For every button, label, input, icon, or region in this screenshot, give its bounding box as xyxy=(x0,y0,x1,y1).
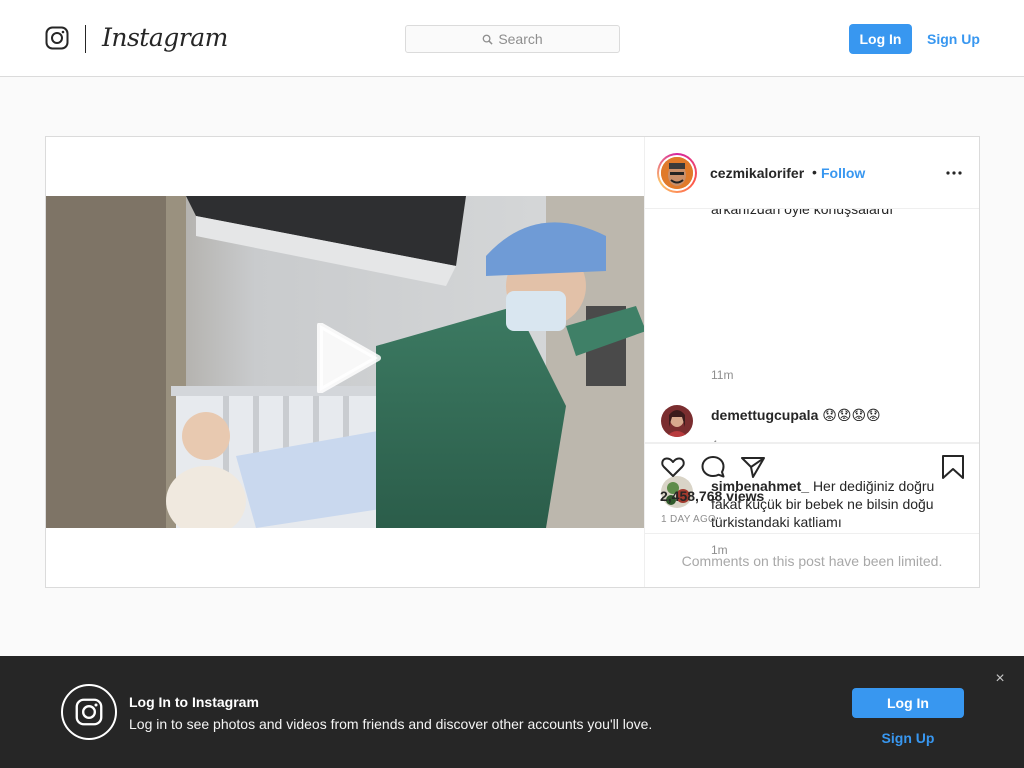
banner-subtitle: Log in to see photos and videos from fri… xyxy=(129,716,653,732)
commenter-avatar[interactable] xyxy=(661,405,693,437)
video-player[interactable] xyxy=(46,196,644,528)
share-icon[interactable] xyxy=(740,454,766,480)
comment-time: 11m xyxy=(711,368,734,382)
comments-limited-notice: Comments on this post have been limited. xyxy=(681,552,943,569)
banner-title: Log In to Instagram xyxy=(129,694,259,710)
login-button[interactable]: Log In xyxy=(849,24,912,54)
more-options-icon[interactable] xyxy=(946,171,962,175)
instagram-wordmark[interactable]: Instagram xyxy=(102,23,228,52)
top-navigation-bar: Instagram Search Log In Sign Up xyxy=(0,0,1024,77)
header-separator: • xyxy=(812,164,817,180)
close-icon[interactable]: × xyxy=(993,671,1007,687)
heart-icon[interactable] xyxy=(660,454,686,480)
post-header: cezmikalorifer • Follow xyxy=(645,137,979,209)
post-timestamp[interactable]: 1 DAY AGO xyxy=(661,514,716,525)
bookmark-icon[interactable] xyxy=(940,454,966,480)
instagram-glyph-icon xyxy=(61,684,117,740)
logo-divider xyxy=(85,25,86,53)
search-placeholder: Search xyxy=(498,31,543,47)
commenter-username[interactable]: demettugcupala xyxy=(711,407,818,423)
post-media-column xyxy=(46,137,645,587)
truncated-comment-text: arkanızdan öyle konuşsalardı xyxy=(711,209,894,217)
author-avatar-image xyxy=(661,157,693,189)
author-username[interactable]: cezmikalorifer xyxy=(710,165,804,181)
divider xyxy=(645,442,979,443)
comments-list[interactable]: arkanızdan öyle konuşsalardı 11m demettu… xyxy=(645,209,979,443)
post-card: cezmikalorifer • Follow arkanızdan öyle … xyxy=(45,136,980,588)
signup-link[interactable]: Sign Up xyxy=(922,24,985,54)
instagram-glyph-icon[interactable] xyxy=(45,26,69,50)
follow-button[interactable]: Follow xyxy=(821,165,865,181)
search-icon xyxy=(482,34,493,45)
login-banner: Log In to Instagram Log in to see photos… xyxy=(0,656,1024,768)
comment-item: demettugcupala 😟😟😟😟 xyxy=(711,406,961,424)
search-input[interactable]: Search xyxy=(405,25,620,53)
comment-icon[interactable] xyxy=(700,454,726,480)
author-avatar[interactable] xyxy=(657,153,697,193)
banner-signup-link[interactable]: Sign Up xyxy=(852,730,964,746)
comment-text: 😟😟😟😟 xyxy=(822,407,881,423)
play-icon[interactable] xyxy=(316,323,382,393)
view-count[interactable]: 2,458,768 views xyxy=(660,488,764,504)
banner-login-button[interactable]: Log In xyxy=(852,688,964,718)
